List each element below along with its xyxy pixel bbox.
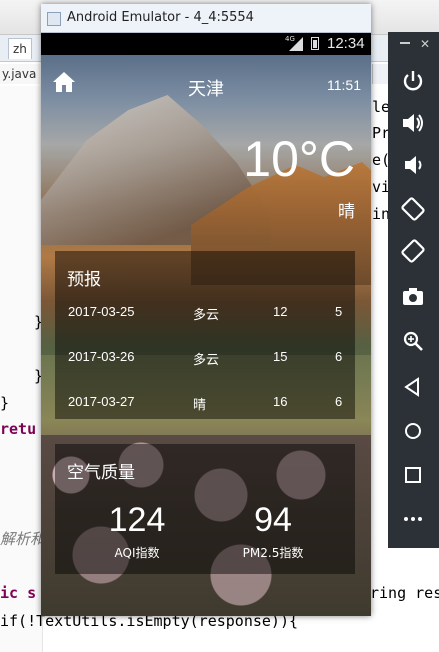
camera-icon[interactable] [400, 284, 426, 310]
more-icon[interactable] [400, 506, 426, 532]
aqi-panel: 空气质量 124 AQI指数 94 PM2.5指数 [55, 444, 355, 574]
code-keyword: ic s [0, 584, 37, 602]
pm25-label: PM2.5指数 [242, 546, 304, 560]
rotate-left-icon[interactable] [400, 196, 426, 222]
android-status-bar: 4G 12:34 [41, 33, 371, 55]
forecast-date: 2017-03-26 [68, 349, 135, 364]
emulator-window: Android Emulator - 4_4:5554 4G 12:34 天津 … [41, 4, 371, 616]
forecast-date: 2017-03-27 [68, 394, 135, 409]
forecast-row: 2017-03-25 多云 12 5 [55, 304, 355, 324]
code-brace: } [0, 394, 10, 412]
update-time: 11:51 [327, 77, 361, 93]
forecast-min: 5 [335, 304, 343, 319]
emulator-app-icon [47, 12, 61, 26]
forecast-row: 2017-03-26 多云 15 6 [55, 349, 355, 369]
emulator-title: Android Emulator - 4_4:5554 [67, 10, 254, 25]
emulator-control-panel: ✕ [388, 32, 439, 548]
city-title: 天津 [188, 79, 224, 100]
forecast-row: 2017-03-27 晴 16 6 [55, 394, 355, 414]
aqi-label: AQI指数 [114, 546, 160, 560]
code-line: ring res [370, 584, 439, 602]
code-return: retu [0, 420, 37, 438]
rotate-right-icon[interactable] [400, 238, 426, 264]
volume-down-icon[interactable] [400, 152, 426, 178]
volume-up-icon[interactable] [400, 110, 426, 136]
emulator-titlebar[interactable]: Android Emulator - 4_4:5554 [41, 4, 371, 33]
aqi-value: 124 [108, 501, 166, 539]
code-comment: 解析和 [0, 530, 46, 548]
pm25-value: 94 [254, 501, 292, 539]
forecast-panel: 预报 2017-03-25 多云 12 5 2017-03-26 多云 15 6… [55, 251, 355, 419]
network-type: 4G [285, 35, 295, 43]
home-circle-icon[interactable] [400, 418, 426, 444]
forecast-max: 12 [273, 304, 288, 319]
back-icon[interactable] [400, 374, 426, 400]
aqi-title: 空气质量 [67, 463, 135, 483]
code-line: ic s [0, 584, 36, 602]
status-time: 12:34 [327, 35, 365, 52]
battery-icon [311, 37, 319, 50]
weather-app-screen: 天津 11:51 10°C 晴 预报 2017-03-25 多云 12 5 20… [41, 55, 371, 616]
forecast-min: 6 [335, 349, 343, 364]
forecast-max: 15 [273, 349, 288, 364]
forecast-condition: 晴 [193, 398, 207, 413]
minimize-icon[interactable] [400, 42, 410, 44]
close-icon[interactable]: ✕ [420, 38, 430, 50]
forecast-min: 6 [335, 394, 343, 409]
ide-project-tab[interactable]: zh [8, 38, 32, 59]
forecast-title: 预报 [67, 270, 101, 290]
forecast-condition: 多云 [193, 353, 220, 368]
ide-file-tab[interactable]: y.java [0, 64, 40, 84]
power-icon[interactable] [400, 68, 426, 94]
overview-icon[interactable] [400, 462, 426, 488]
forecast-max: 16 [273, 394, 288, 409]
forecast-condition: 多云 [193, 308, 220, 323]
weather-description: 晴 [338, 202, 355, 222]
zoom-icon[interactable] [400, 328, 426, 354]
forecast-date: 2017-03-25 [68, 304, 135, 319]
current-temperature: 10°C [243, 131, 355, 187]
